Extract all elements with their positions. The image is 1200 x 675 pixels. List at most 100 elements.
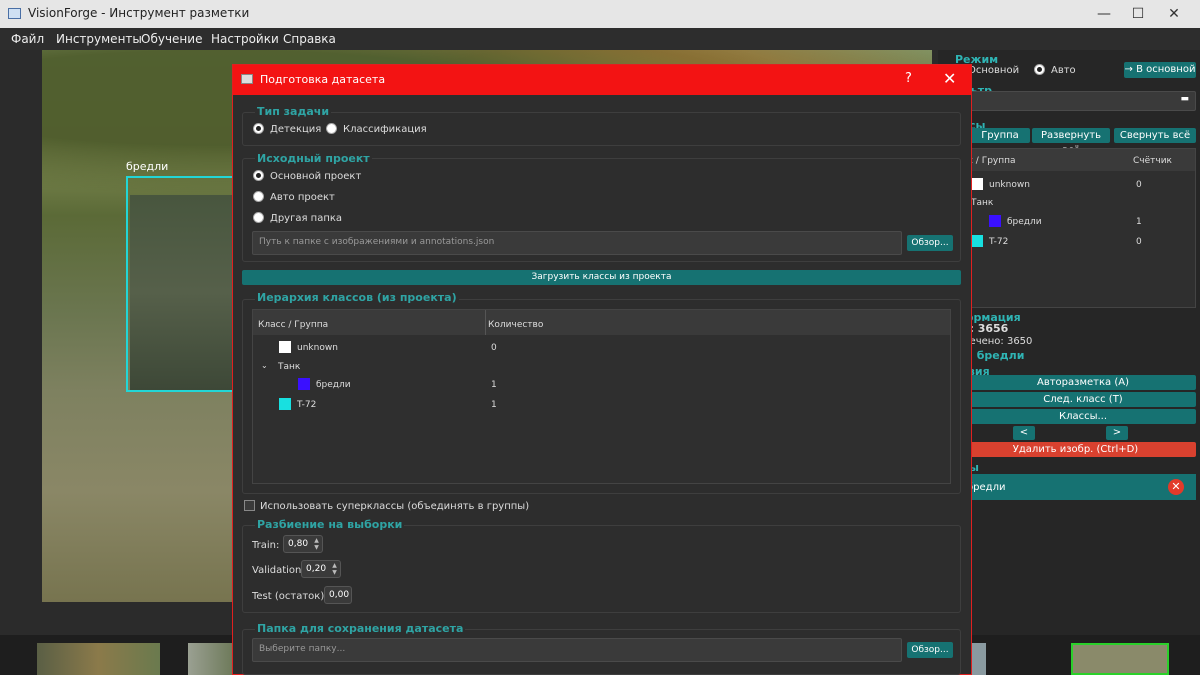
browse-source-button[interactable]: Обзор... xyxy=(907,235,953,251)
source-auto-radio[interactable] xyxy=(253,191,264,202)
prev-image-button[interactable]: < xyxy=(1013,426,1035,440)
close-window-icon[interactable]: ✕ xyxy=(1156,2,1192,26)
color-swatch xyxy=(298,378,310,390)
color-swatch xyxy=(989,215,1001,227)
mode-main-label[interactable]: Основной xyxy=(968,65,1019,76)
expand-chevron-icon[interactable]: ⌄ xyxy=(261,361,268,370)
next-image-button[interactable]: > xyxy=(1106,426,1128,440)
box-item-label: бредли xyxy=(967,482,1006,493)
menu-settings[interactable]: Настройки xyxy=(211,32,279,46)
color-swatch xyxy=(971,178,983,190)
delete-box-icon[interactable]: ✕ xyxy=(1168,479,1184,495)
task-classification-radio[interactable] xyxy=(326,123,337,134)
window-title: VisionForge - Инструмент разметки xyxy=(28,6,250,20)
collapse-all-button[interactable]: Свернуть всё xyxy=(1114,128,1196,143)
validation-label: Validation: xyxy=(252,565,305,576)
tree-item-name[interactable]: бредли xyxy=(1007,217,1042,227)
menubar: Файл Инструменты Обучение Настройки Спра… xyxy=(0,28,1200,50)
dialog-icon xyxy=(241,74,253,84)
filter-input[interactable]: ▬ xyxy=(955,91,1196,111)
validation-value: 0,20 xyxy=(306,564,327,574)
next-class-button[interactable]: След. класс (T) xyxy=(970,392,1196,407)
thumbnail[interactable] xyxy=(188,643,233,675)
train-spinbox[interactable]: 0,80 ▲ ▼ xyxy=(283,535,323,553)
thumbnail[interactable] xyxy=(37,643,160,675)
tree-item-count: 1 xyxy=(1136,217,1142,227)
box-list-item[interactable]: бредли ✕ xyxy=(955,474,1196,500)
class-row-name[interactable]: unknown xyxy=(297,343,338,353)
menu-help[interactable]: Справка xyxy=(283,32,336,46)
validation-spinbox[interactable]: 0,20 ▲ ▼ xyxy=(301,560,341,578)
class-group-name[interactable]: Танк xyxy=(278,362,300,372)
maximize-icon[interactable]: ☐ xyxy=(1120,2,1156,26)
app-icon xyxy=(8,8,21,19)
source-path-field[interactable]: Путь к папке с изображениями и annotatio… xyxy=(252,231,902,255)
dialog-title: Подготовка датасета xyxy=(260,73,386,86)
tree-item-count: 0 xyxy=(1136,180,1142,190)
menu-tools[interactable]: Инструменты xyxy=(56,32,142,46)
source-auto-label[interactable]: Авто проект xyxy=(270,192,335,203)
classes-button[interactable]: Классы... xyxy=(970,409,1196,424)
split-label: Разбиение на выборки xyxy=(255,518,405,531)
autolabel-button[interactable]: Авторазметка (A) xyxy=(970,375,1196,390)
delete-image-button[interactable]: Удалить изобр. (Ctrl+D) xyxy=(955,442,1196,457)
class-row-name[interactable]: бредли xyxy=(316,380,351,390)
task-classification-label[interactable]: Классификация xyxy=(343,124,427,135)
task-detection-label[interactable]: Детекция xyxy=(270,124,321,135)
group-button[interactable]: Группа xyxy=(970,128,1030,143)
col-count-header[interactable]: Количество xyxy=(488,320,543,330)
spin-arrows-icon[interactable]: ▲ ▼ xyxy=(312,537,321,551)
col-class-header[interactable]: Класс / Группа xyxy=(258,320,328,330)
color-swatch xyxy=(971,235,983,247)
spin-arrows-icon[interactable]: ▲ ▼ xyxy=(330,562,339,576)
tree-header-class: с / Группа xyxy=(968,156,1016,166)
class-row-count: 0 xyxy=(491,343,497,353)
dialog-close-icon[interactable]: ✕ xyxy=(943,69,956,88)
class-tree[interactable] xyxy=(955,148,1196,308)
hierarchy-table-header xyxy=(253,310,950,335)
task-type-label: Тип задачи xyxy=(255,105,332,118)
superclasses-label[interactable]: Использовать суперклассы (объединять в г… xyxy=(260,501,529,512)
source-main-radio[interactable] xyxy=(253,170,264,181)
train-value: 0,80 xyxy=(288,539,309,549)
source-project-label: Исходный проект xyxy=(255,152,372,165)
load-classes-button[interactable]: Загрузить классы из проекта xyxy=(242,270,961,285)
browse-save-button[interactable]: Обзор... xyxy=(907,642,953,658)
bbox-label: бредли xyxy=(126,160,169,173)
bounding-box[interactable] xyxy=(126,176,236,392)
source-main-label[interactable]: Основной проект xyxy=(270,171,361,182)
class-row-count: 1 xyxy=(491,400,497,410)
menu-training[interactable]: Обучение xyxy=(141,32,202,46)
mode-auto-label[interactable]: Авто xyxy=(1051,65,1076,76)
train-label: Train: xyxy=(252,540,280,551)
source-other-label[interactable]: Другая папка xyxy=(270,213,342,224)
source-other-radio[interactable] xyxy=(253,212,264,223)
thumbnail-selected[interactable] xyxy=(1071,643,1169,675)
class-row-count: 1 xyxy=(491,380,497,390)
save-folder-field[interactable]: Выберите папку... xyxy=(252,638,902,662)
thumbnail[interactable] xyxy=(972,643,986,675)
header-divider xyxy=(485,310,486,335)
test-value: 0,00 xyxy=(329,590,350,600)
class-row-name[interactable]: T-72 xyxy=(297,400,316,410)
hierarchy-label: Иерархия классов (из проекта) xyxy=(255,291,459,304)
minimize-icon[interactable]: — xyxy=(1086,2,1122,26)
color-swatch xyxy=(279,398,291,410)
menu-file[interactable]: Файл xyxy=(11,32,44,46)
info-marked: мечено: 3650 xyxy=(962,336,1033,347)
tree-group-name[interactable]: Танк xyxy=(971,198,993,208)
tree-header-count: Счётчик xyxy=(1133,156,1172,166)
dialog-titlebar: Подготовка датасета ? ✕ xyxy=(233,65,971,95)
task-detection-radio[interactable] xyxy=(253,123,264,134)
tree-item-name[interactable]: unknown xyxy=(989,180,1030,190)
help-icon[interactable]: ? xyxy=(905,71,912,86)
test-spinbox: 0,00 xyxy=(324,586,352,604)
save-folder-label: Папка для сохранения датасета xyxy=(255,622,466,635)
tree-item-name[interactable]: T-72 xyxy=(989,237,1008,247)
color-swatch xyxy=(279,341,291,353)
expand-all-button[interactable]: Развернуть всё xyxy=(1032,128,1110,156)
superclasses-checkbox[interactable] xyxy=(244,500,255,511)
to-main-button[interactable]: → В основной xyxy=(1124,62,1196,78)
class-hierarchy-table[interactable] xyxy=(252,309,951,484)
mode-auto-radio[interactable] xyxy=(1034,64,1045,75)
